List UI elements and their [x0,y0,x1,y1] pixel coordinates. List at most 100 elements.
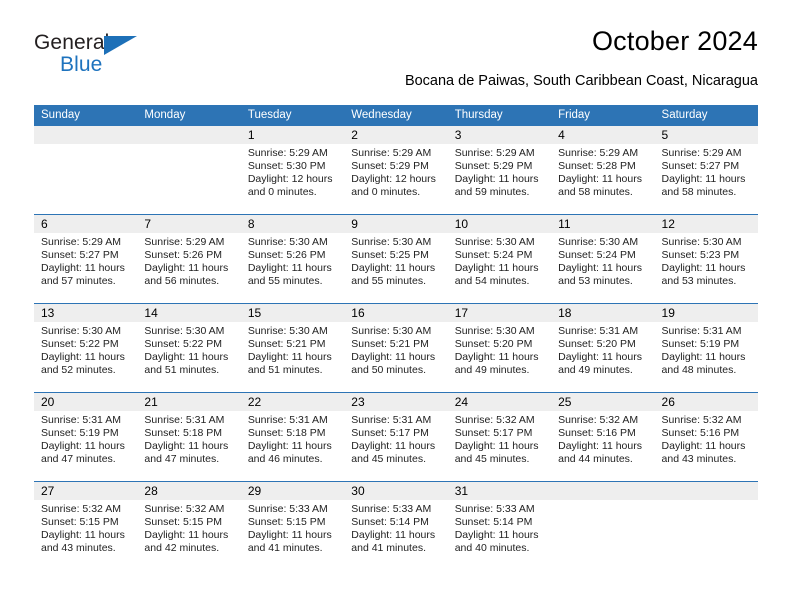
calendar-day-cell[interactable]: 18 Sunrise: 5:31 AM Sunset: 5:20 PM Dayligh… [551,304,655,392]
daylight-text-line1: Daylight: 11 hours [661,261,746,274]
daylight-text-line1: Daylight: 11 hours [558,261,642,274]
calendar-day-cell[interactable]: 2 Sunrise: 5:29 AM Sunset: 5:29 PM Daylight… [344,126,448,214]
calendar-day-cell[interactable]: 6 Sunrise: 5:29 AM Sunset: 5:27 PM Daylight… [34,215,138,303]
day-sun-info: Sunrise: 5:30 AM Sunset: 5:20 PM Daylight:… [448,322,551,377]
daylight-text-line2: and 59 minutes. [454,185,530,198]
daylight-text-line2: and 48 minutes. [661,363,737,376]
calendar-day-cell[interactable]: 30 Sunrise: 5:33 AM Sunset: 5:14 PM Dayligh… [344,482,448,571]
day-number [551,482,655,500]
calendar-day-cell[interactable]: 17 Sunrise: 5:30 AM Sunset: 5:20 PM Dayligh… [447,304,552,392]
day-number [137,126,241,144]
calendar-day-cell[interactable]: 27 Sunrise: 5:32 AM Sunset: 5:15 PM Dayligh… [34,482,138,571]
weekday-header-thursday: Thursday [454,109,503,121]
calendar-day-cell[interactable]: 11 Sunrise: 5:30 AM Sunset: 5:24 PM Dayligh… [551,215,655,303]
daylight-text-line1: Daylight: 11 hours [454,261,539,274]
sunset-text: Sunset: 5:14 PM [454,515,533,528]
calendar-day-cell[interactable]: 21 Sunrise: 5:31 AM Sunset: 5:18 PM Dayligh… [137,393,241,481]
calendar-day-cell[interactable]: 9 Sunrise: 5:30 AM Sunset: 5:25 PM Daylight… [344,215,448,303]
sunrise-text: Sunrise: 5:32 AM [144,503,225,515]
sunrise-text: Sunrise: 5:29 AM [144,236,225,248]
day-sun-info: Sunrise: 5:32 AM Sunset: 5:15 PM Daylight:… [34,500,137,555]
calendar-day-cell[interactable]: 26 Sunrise: 5:32 AM Sunset: 5:16 PM Dayligh… [654,393,758,481]
calendar-day-cell[interactable]: 31 Sunrise: 5:33 AM Sunset: 5:14 PM Dayligh… [447,482,552,571]
day-sun-info: Sunrise: 5:33 AM Sunset: 5:14 PM Daylight:… [448,500,551,555]
sunset-text: Sunset: 5:27 PM [661,159,740,172]
day-number: 26 [654,393,758,411]
sunset-text: Sunset: 5:21 PM [247,337,326,350]
day-number: 15 [240,304,345,322]
calendar-page: General Blue October 2024 Bocana de Paiw… [0,0,792,612]
day-sun-info: Sunrise: 5:30 AM Sunset: 5:21 PM Daylight:… [241,322,344,377]
day-number: 9 [344,215,448,233]
calendar-day-cell[interactable]: 28 Sunrise: 5:32 AM Sunset: 5:15 PM Dayligh… [137,482,241,571]
daylight-text-line1: Daylight: 11 hours [661,172,746,185]
calendar-day-cell[interactable]: 29 Sunrise: 5:33 AM Sunset: 5:15 PM Dayligh… [240,482,345,571]
daylight-text-line1: Daylight: 11 hours [558,172,642,185]
daylight-text-line1: Daylight: 11 hours [351,439,436,452]
general-blue-logo: General Blue [34,30,174,82]
calendar-grid: Sunday Monday Tuesday Wednesday Thursday Frid… [34,105,758,571]
calendar-day-cell[interactable]: 13 Sunrise: 5:30 AM Sunset: 5:22 PM Dayligh… [34,304,138,392]
day-number: 12 [654,215,758,233]
calendar-body: 1 Sunrise: 5:29 AM Sunset: 5:30 PM Daylight… [34,126,758,571]
daylight-text-line2: and 51 minutes. [247,363,323,376]
calendar-day-cell[interactable]: 15 Sunrise: 5:30 AM Sunset: 5:21 PM Dayligh… [240,304,345,392]
daylight-text-line1: Daylight: 11 hours [41,350,125,363]
day-sun-info: Sunrise: 5:30 AM Sunset: 5:22 PM Daylight:… [34,322,137,377]
calendar-cell-empty [551,482,655,571]
daylight-text-line2: and 0 minutes. [247,185,317,198]
daylight-text-line1: Daylight: 11 hours [247,528,332,541]
sunset-text: Sunset: 5:18 PM [247,426,326,439]
sunset-text: Sunset: 5:29 PM [454,159,533,172]
calendar-day-cell[interactable]: 20 Sunrise: 5:31 AM Sunset: 5:19 PM Dayligh… [34,393,138,481]
sunset-text: Sunset: 5:19 PM [41,426,119,439]
sunset-text: Sunset: 5:21 PM [351,337,429,350]
daylight-text-line2: and 53 minutes. [661,274,737,287]
sunset-text: Sunset: 5:16 PM [661,426,740,439]
calendar-day-cell[interactable]: 23 Sunrise: 5:31 AM Sunset: 5:17 PM Dayligh… [344,393,448,481]
day-number: 30 [344,482,448,500]
daylight-text-line1: Daylight: 11 hours [454,350,539,363]
calendar-day-cell[interactable]: 24 Sunrise: 5:32 AM Sunset: 5:17 PM Dayligh… [447,393,552,481]
daylight-text-line2: and 45 minutes. [454,452,530,465]
calendar-day-cell[interactable]: 16 Sunrise: 5:30 AM Sunset: 5:21 PM Dayligh… [344,304,448,392]
day-number: 10 [447,215,552,233]
day-number: 2 [344,126,448,144]
sunrise-text: Sunrise: 5:33 AM [351,503,432,515]
weekday-header-friday: Friday [558,109,591,121]
daylight-text-line1: Daylight: 11 hours [351,528,436,541]
day-sun-info: Sunrise: 5:32 AM Sunset: 5:16 PM Daylight:… [655,411,758,466]
calendar-day-cell[interactable]: 4 Sunrise: 5:29 AM Sunset: 5:28 PM Daylight… [551,126,655,214]
daylight-text-line1: Daylight: 11 hours [351,261,436,274]
day-number: 27 [34,482,138,500]
day-sun-info: Sunrise: 5:29 AM Sunset: 5:30 PM Daylight:… [241,144,344,199]
calendar-day-cell[interactable]: 5 Sunrise: 5:29 AM Sunset: 5:27 PM Daylight… [654,126,758,214]
calendar-day-cell[interactable]: 22 Sunrise: 5:31 AM Sunset: 5:18 PM Dayligh… [240,393,345,481]
sunrise-text: Sunrise: 5:32 AM [41,503,121,515]
calendar-day-cell[interactable]: 7 Sunrise: 5:29 AM Sunset: 5:26 PM Daylight… [137,215,241,303]
sunrise-text: Sunrise: 5:29 AM [661,147,742,159]
calendar-day-cell[interactable]: 19 Sunrise: 5:31 AM Sunset: 5:19 PM Dayligh… [654,304,758,392]
calendar-day-cell[interactable]: 8 Sunrise: 5:30 AM Sunset: 5:26 PM Daylight… [240,215,345,303]
day-number: 4 [551,126,655,144]
day-sun-info: Sunrise: 5:33 AM Sunset: 5:15 PM Daylight:… [241,500,344,555]
calendar-day-cell[interactable]: 12 Sunrise: 5:30 AM Sunset: 5:23 PM Dayligh… [654,215,758,303]
calendar-cell-empty [34,126,138,214]
daylight-text-line2: and 51 minutes. [144,363,220,376]
sunset-text: Sunset: 5:26 PM [247,248,326,261]
calendar-day-cell[interactable]: 14 Sunrise: 5:30 AM Sunset: 5:22 PM Dayligh… [137,304,241,392]
sunset-text: Sunset: 5:20 PM [454,337,533,350]
daylight-text-line1: Daylight: 12 hours [351,172,436,185]
daylight-text-line2: and 42 minutes. [144,541,220,554]
calendar-day-cell[interactable]: 3 Sunrise: 5:29 AM Sunset: 5:29 PM Daylight… [447,126,552,214]
calendar-day-cell[interactable]: 10 Sunrise: 5:30 AM Sunset: 5:24 PM Dayligh… [447,215,552,303]
daylight-text-line2: and 49 minutes. [454,363,530,376]
sunrise-text: Sunrise: 5:33 AM [247,503,328,515]
day-sun-info: Sunrise: 5:29 AM Sunset: 5:27 PM Daylight:… [655,144,758,199]
daylight-text-line2: and 45 minutes. [351,452,426,465]
sunset-text: Sunset: 5:15 PM [144,515,223,528]
day-number: 3 [447,126,552,144]
calendar-day-cell[interactable]: 1 Sunrise: 5:29 AM Sunset: 5:30 PM Daylight… [240,126,345,214]
sunset-text: Sunset: 5:20 PM [558,337,636,350]
calendar-day-cell[interactable]: 25 Sunrise: 5:32 AM Sunset: 5:16 PM Dayligh… [551,393,655,481]
